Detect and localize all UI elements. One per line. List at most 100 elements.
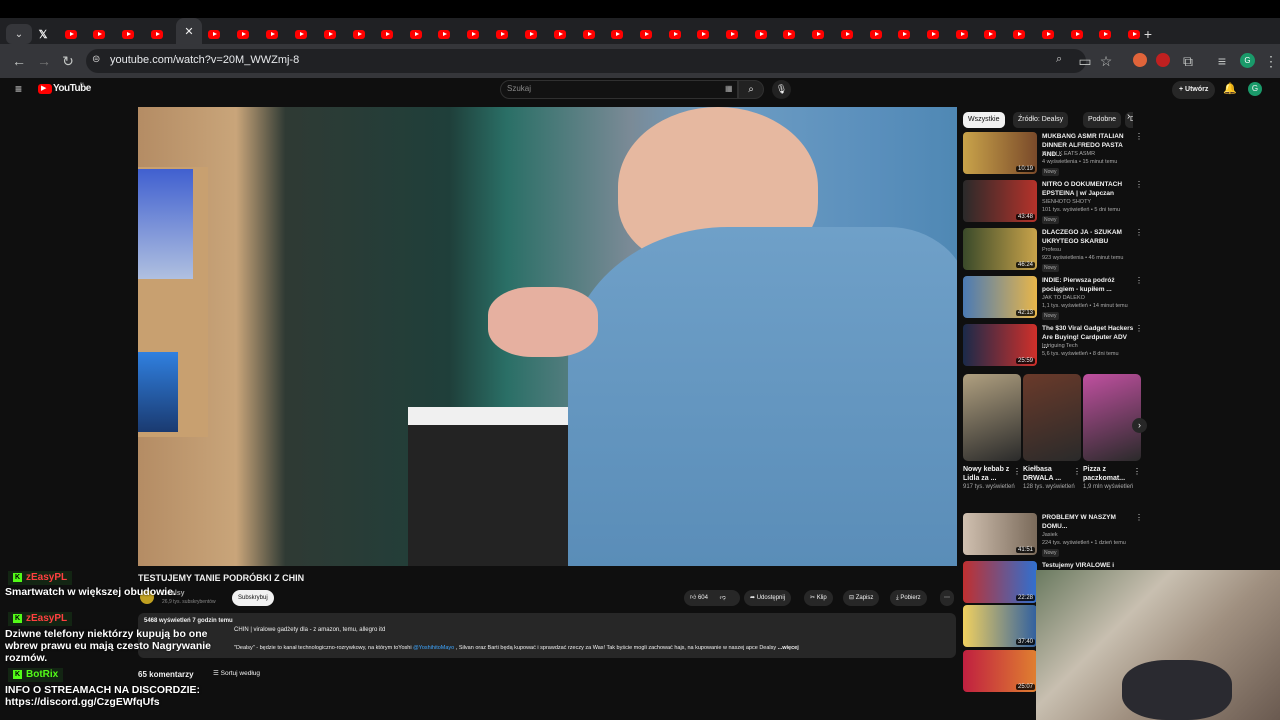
show-more-link[interactable]: ...więcej [778,645,799,651]
url-text[interactable]: youtube.com/watch?v=20M_WWZmj-8 [110,54,299,66]
channel-name[interactable]: Profesu [1042,247,1137,253]
account-avatar[interactable]: G [1248,82,1262,96]
browser-tab[interactable] [863,24,889,44]
more-vertical-icon[interactable]: ⋮ [1133,467,1141,476]
omnibox[interactable]: ⊜ youtube.com/watch?v=20M_WWZmj-8 ⌕ [86,49,1086,73]
search-button[interactable]: ⌕ [738,80,764,99]
channel-name[interactable]: Intriguing Tech [1042,343,1137,349]
video-thumbnail[interactable]: 25:59 [963,324,1037,366]
cast-icon[interactable]: ▭ [1076,52,1094,70]
video-thumbnail[interactable]: 46:24 [963,228,1037,270]
browser-tab[interactable] [805,24,831,44]
chat-username[interactable]: K BotRix [8,668,64,682]
channel-name[interactable]: SIENHOTO SHOTY [1042,199,1137,205]
video-thumbnail[interactable]: 25:07 [963,650,1037,692]
browser-tab[interactable] [460,24,486,44]
extension-icon[interactable] [1133,53,1147,67]
browser-tab[interactable] [920,24,946,44]
create-button[interactable]: + Utwórz [1172,81,1216,99]
search-input[interactable]: Szukaj ▦ [500,80,738,99]
browser-tab[interactable] [431,24,457,44]
extensions-puzzle-icon[interactable]: ⧉ [1179,52,1197,70]
description-mention-link[interactable]: @YoshihitoMayo [413,645,454,651]
browser-tab[interactable] [633,24,659,44]
video-thumbnail[interactable]: 10:19 [963,132,1037,174]
browser-menu-icon[interactable]: ⋮ [1262,52,1280,70]
bookmark-star-icon[interactable]: ☆ [1097,52,1115,70]
short-item[interactable]: Kiełbasa DRWALA ... 128 tys. wyświetleń … [1023,374,1081,491]
browser-tab[interactable] [547,24,573,44]
video-thumbnail[interactable]: 37:40 [963,605,1037,647]
browser-tab[interactable] [259,24,285,44]
notifications-bell-icon[interactable]: 🔔 [1223,82,1237,95]
description-box[interactable]: 5468 wyświetleń 7 godzin temu CHIN | vir… [138,613,956,658]
keyboard-icon[interactable]: ▦ [725,84,733,93]
browser-tab[interactable] [776,24,802,44]
video-thumbnail[interactable]: 22:28 [963,561,1037,603]
tab-x[interactable]: 𝕏 [30,24,56,44]
more-vertical-icon[interactable]: ⋮ [1135,513,1143,522]
like-count[interactable]: 604 [698,595,708,601]
reading-list-icon[interactable]: ≡ [1213,52,1231,70]
shorts-next-button[interactable]: › [1132,418,1147,433]
browser-tab[interactable] [403,24,429,44]
browser-tab[interactable] [719,24,745,44]
thumb-down-icon[interactable]: 👎︎ [720,595,726,601]
site-info-icon[interactable]: ⊜ [92,54,100,65]
thumb-up-icon[interactable]: 👍︎ [690,595,696,601]
browser-tab[interactable] [977,24,1003,44]
clip-button[interactable]: ✂ Klip [804,590,833,606]
more-vertical-icon[interactable]: ⋮ [1073,467,1081,476]
browser-tab[interactable] [518,24,544,44]
video-title[interactable]: NITRO O DOKUMENTACH EPSTEINA | w/ Japcza… [1042,180,1134,198]
more-vertical-icon[interactable]: ⋮ [1013,467,1021,476]
browser-tab[interactable] [346,24,372,44]
channel-name[interactable]: JAK TO DALEKO [1042,295,1137,301]
chat-username[interactable]: KzEasyPL [8,612,73,626]
short-thumbnail[interactable] [963,374,1021,461]
filter-chip[interactable]: Źródło: Dealsy [1013,112,1069,128]
browser-tab[interactable] [115,24,141,44]
more-vertical-icon[interactable]: ⋮ [1135,324,1143,333]
video-title[interactable]: PROBLEMY W NASZYM DOMU... [1042,513,1134,531]
browser-tab[interactable] [144,24,170,44]
browser-tab[interactable] [374,24,400,44]
short-item[interactable]: Pizza z paczkomat... 1,9 mln wyświetleń … [1083,374,1141,491]
menu-icon[interactable]: ≡ [15,82,22,96]
sort-comments-button[interactable]: ☰ Sortuj według [213,669,260,677]
browser-tab[interactable] [690,24,716,44]
zoom-icon[interactable]: ⌕ [1056,53,1062,66]
chevron-right-icon[interactable]: › [1127,111,1130,122]
extension-icon[interactable] [1156,53,1170,67]
chat-username[interactable]: KzEasyPL [8,571,73,585]
browser-tab[interactable] [662,24,688,44]
more-actions-button[interactable]: ⋯ [940,590,954,606]
video-title[interactable]: DLACZEGO JA - SZUKAM UKRYTEGO SKARBU [1042,228,1134,246]
video-thumbnail[interactable]: 43:48 [963,180,1037,222]
new-tab-button[interactable]: + [1135,24,1161,44]
browser-tab[interactable] [604,24,630,44]
browser-tab[interactable] [834,24,860,44]
channel-name[interactable]: Jasiek [1042,532,1137,538]
tab-search-button[interactable]: ⌄ [6,24,32,44]
forward-button[interactable]: → [35,52,53,70]
browser-tab[interactable] [1092,24,1118,44]
profile-avatar[interactable]: G [1240,53,1255,68]
more-vertical-icon[interactable]: ⋮ [1135,228,1143,237]
video-player[interactable] [138,107,957,566]
browser-tab[interactable] [489,24,515,44]
youtube-logo-text[interactable]: YouTube [53,83,91,94]
share-button[interactable]: ➦ Udostępnij [744,590,792,606]
voice-search-button[interactable]: 🎙 [772,80,791,99]
video-thumbnail[interactable]: 42:13 [963,276,1037,318]
browser-tab[interactable] [1006,24,1032,44]
save-button[interactable]: ⊟ Zapisz [843,590,880,606]
browser-tab[interactable] [201,24,227,44]
browser-tab[interactable] [748,24,774,44]
tab-active[interactable]: ✕ [176,18,202,44]
more-vertical-icon[interactable]: ⋮ [1135,276,1143,285]
back-button[interactable]: ← [10,52,28,70]
short-item[interactable]: Nowy kebab z Lidla za ... 917 tys. wyświ… [963,374,1021,491]
video-title[interactable]: INDIE: Pierwsza podróż pociągiem - kupił… [1042,276,1134,294]
filter-chip[interactable]: Wszystkie [963,112,1005,128]
